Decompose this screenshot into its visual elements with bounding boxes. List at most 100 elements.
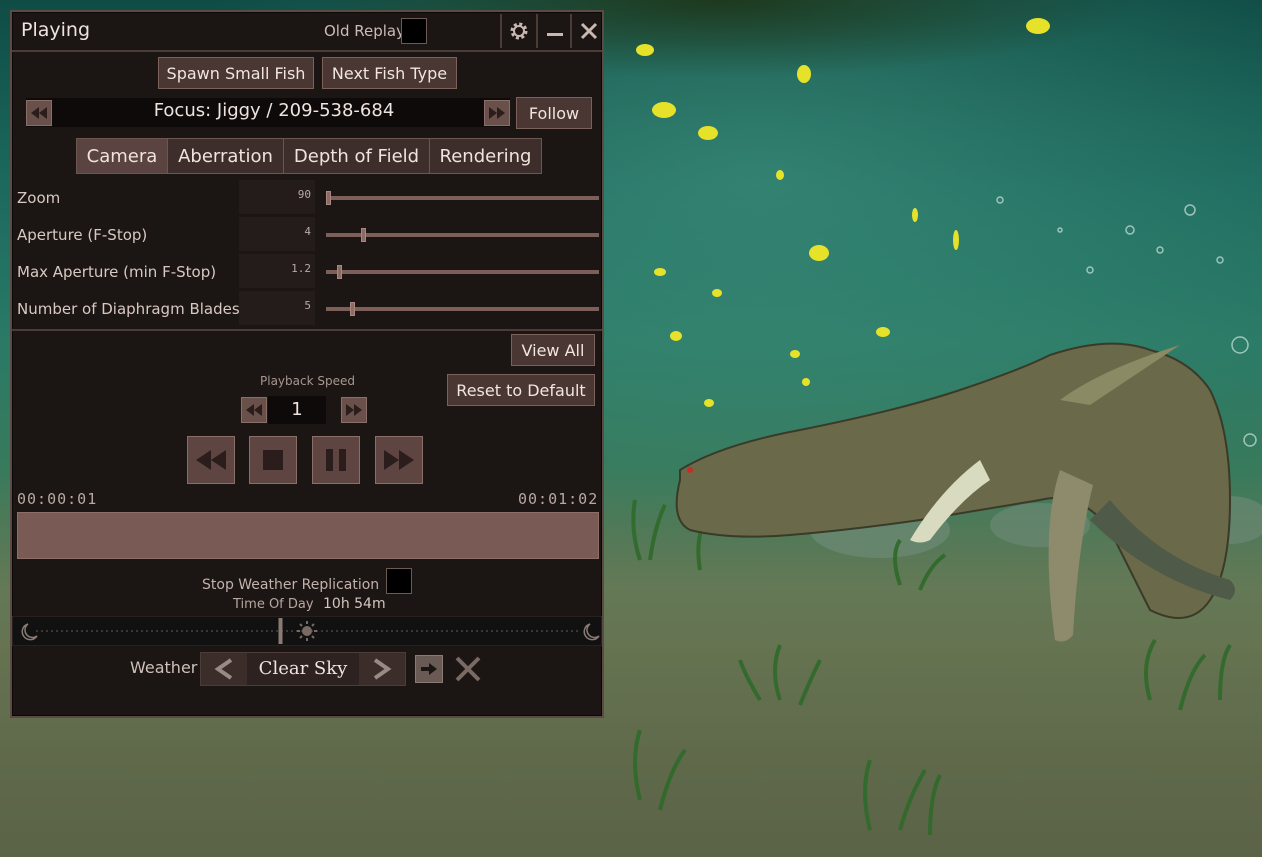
slider-row-zoom: Zoom 90 xyxy=(12,180,602,216)
replay-timeline[interactable] xyxy=(17,512,599,559)
fish xyxy=(790,350,800,358)
stop-button[interactable] xyxy=(249,436,297,484)
slider-handle[interactable] xyxy=(336,265,342,279)
clear-weather-button[interactable] xyxy=(453,654,483,684)
weather-next-button[interactable] xyxy=(359,653,405,685)
pause-button[interactable] xyxy=(312,436,360,484)
slider-value-input[interactable]: 90 xyxy=(239,180,315,214)
playback-speed-value[interactable]: 1 xyxy=(268,396,326,424)
fish xyxy=(704,399,714,407)
next-fish-type-button[interactable]: Next Fish Type xyxy=(322,57,457,89)
slider-row-max-aperture: Max Aperture (min F-Stop) 1.2 xyxy=(12,254,602,290)
fish xyxy=(912,208,918,222)
close-icon xyxy=(580,22,598,40)
rewind-icon xyxy=(31,107,47,119)
fish xyxy=(670,331,682,341)
fish-school xyxy=(636,18,1050,407)
slider-value-input[interactable]: 1.2 xyxy=(239,254,315,288)
slider-label: Aperture (F-Stop) xyxy=(17,226,148,244)
old-replay-checkbox[interactable] xyxy=(401,18,427,44)
spawn-small-fish-button[interactable]: Spawn Small Fish xyxy=(158,57,314,89)
plesiosaur xyxy=(675,342,1235,642)
chevron-right-icon xyxy=(373,658,392,680)
slider-track[interactable] xyxy=(326,191,599,205)
minimize-button[interactable] xyxy=(536,14,572,48)
weather-label: Weather xyxy=(130,658,198,677)
weather-selector: Clear Sky xyxy=(200,652,406,686)
speed-increase-button[interactable] xyxy=(341,397,367,423)
tab-camera[interactable]: Camera xyxy=(76,138,168,174)
stop-weather-replication-checkbox[interactable] xyxy=(386,568,412,594)
title-bar: Playing Old Replay xyxy=(12,12,602,52)
weather-prev-button[interactable] xyxy=(201,653,247,685)
close-button[interactable] xyxy=(570,14,606,48)
playback-speed-label: Playback Speed xyxy=(260,374,355,388)
fish xyxy=(776,170,784,180)
panel-title: Playing xyxy=(21,19,91,41)
slider-handle[interactable] xyxy=(326,191,331,205)
view-all-button[interactable]: View All xyxy=(511,334,595,366)
slider-track[interactable] xyxy=(326,302,599,316)
rewind-button[interactable] xyxy=(187,436,235,484)
slider-label: Number of Diaphragm Blades xyxy=(17,300,240,318)
stop-weather-replication-label: Stop Weather Replication xyxy=(202,577,380,593)
gear-icon xyxy=(510,22,528,40)
fish xyxy=(1026,18,1050,34)
fish xyxy=(698,126,718,140)
playback-panel: Playing Old Replay Spawn Small Fish Next… xyxy=(10,10,604,718)
time-of-day-label: Time Of Day xyxy=(233,597,314,612)
slider-value-input[interactable]: 4 xyxy=(239,217,315,251)
focus-next-button[interactable] xyxy=(484,100,510,126)
fish xyxy=(654,268,666,276)
follow-button[interactable]: Follow xyxy=(516,97,592,129)
old-replay-label: Old Replay xyxy=(324,22,405,40)
fast-forward-icon xyxy=(489,107,505,119)
focus-prev-button[interactable] xyxy=(26,100,52,126)
time-of-day-slider[interactable] xyxy=(12,616,602,646)
minimize-icon xyxy=(547,33,563,36)
fish xyxy=(636,44,654,56)
pause-icon xyxy=(326,449,346,471)
fast-forward-icon xyxy=(346,404,362,416)
stop-icon xyxy=(263,450,283,470)
tab-depth-of-field[interactable]: Depth of Field xyxy=(283,138,430,174)
time-of-day-handle[interactable] xyxy=(278,618,283,644)
fast-forward-icon xyxy=(384,450,414,470)
slider-value-input[interactable]: 5 xyxy=(239,291,315,325)
fish xyxy=(809,245,829,261)
slider-handle[interactable] xyxy=(360,228,366,242)
fish xyxy=(797,65,811,83)
close-icon xyxy=(455,656,481,682)
fish xyxy=(802,378,810,386)
arrow-right-icon xyxy=(421,663,437,675)
slider-row-diaphragm-blades: Number of Diaphragm Blades 5 xyxy=(12,291,602,327)
slider-label: Zoom xyxy=(17,189,61,207)
time-of-day-value: 10h 54m xyxy=(323,596,386,612)
slider-row-aperture: Aperture (F-Stop) 4 xyxy=(12,217,602,253)
reset-to-default-button[interactable]: Reset to Default xyxy=(447,374,595,406)
fish xyxy=(876,327,890,337)
settings-button[interactable] xyxy=(500,14,536,48)
speed-decrease-button[interactable] xyxy=(241,397,267,423)
weather-value: Clear Sky xyxy=(258,658,348,679)
chevron-left-icon xyxy=(214,658,233,680)
settings-tabs: Camera Aberration Depth of Field Renderi… xyxy=(76,138,542,174)
slider-label: Max Aperture (min F-Stop) xyxy=(17,263,217,281)
fast-forward-button[interactable] xyxy=(375,436,423,484)
rewind-icon xyxy=(246,404,262,416)
slider-track[interactable] xyxy=(326,228,599,242)
slider-handle[interactable] xyxy=(350,302,356,316)
fish xyxy=(712,289,722,297)
sun-icon xyxy=(297,621,317,641)
tab-rendering[interactable]: Rendering xyxy=(429,138,542,174)
tab-aberration[interactable]: Aberration xyxy=(167,138,284,174)
time-start: 00:00:01 xyxy=(17,490,98,508)
focus-target-label: Focus: Jiggy / 209-538-684 xyxy=(153,100,395,121)
rewind-icon xyxy=(196,450,226,470)
time-end: 00:01:02 xyxy=(518,490,599,508)
divider xyxy=(12,329,602,331)
fish xyxy=(953,230,959,250)
apply-weather-button[interactable] xyxy=(415,655,443,683)
fish xyxy=(652,102,676,118)
slider-track[interactable] xyxy=(326,265,599,279)
